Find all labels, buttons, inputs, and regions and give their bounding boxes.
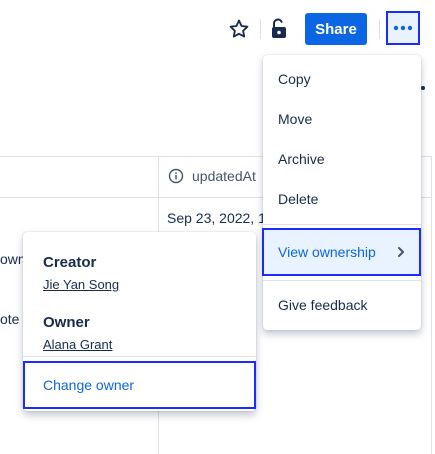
menu-item-view-ownership[interactable]: View ownership	[262, 228, 421, 276]
menu-item-delete[interactable]: Delete	[263, 179, 421, 219]
table-cell-fragment: ote	[0, 311, 20, 327]
toolbar-divider	[260, 19, 261, 39]
change-owner-button[interactable]: Change owner	[23, 361, 256, 409]
info-icon	[168, 168, 184, 184]
more-actions-button[interactable]	[386, 11, 420, 45]
chevron-right-icon	[398, 247, 404, 257]
toolbar-divider	[379, 19, 380, 39]
menu-divider	[263, 224, 421, 225]
menu-item-move[interactable]: Move	[263, 99, 421, 139]
unlock-icon[interactable]	[268, 17, 290, 41]
table-cell-fragment: own	[0, 251, 26, 267]
ownership-popup: Creator Jie Yan Song Owner Alana Grant C…	[23, 232, 256, 411]
menu-item-give-feedback[interactable]: Give feedback	[263, 285, 421, 325]
creator-name-link[interactable]: Jie Yan Song	[43, 277, 119, 292]
menu-divider	[263, 280, 421, 281]
more-horizontal-icon	[393, 25, 413, 31]
menu-item-archive[interactable]: Archive	[263, 139, 421, 179]
table-border	[431, 156, 432, 454]
column-header-label: updatedAt	[192, 168, 256, 184]
menu-item-label: View ownership	[278, 244, 376, 260]
column-header-updatedat[interactable]: updatedAt	[168, 168, 256, 184]
table-cell-date: Sep 23, 2022, 14	[167, 210, 274, 226]
share-button[interactable]: Share	[305, 13, 367, 45]
menu-item-copy[interactable]: Copy	[263, 59, 421, 99]
star-icon[interactable]	[228, 18, 250, 40]
owner-name-link[interactable]: Alana Grant	[43, 337, 112, 352]
creator-label: Creator	[43, 254, 97, 271]
more-actions-menu: Copy Move Archive Delete View ownership …	[262, 55, 421, 330]
popup-divider	[23, 356, 256, 357]
owner-label: Owner	[43, 314, 90, 331]
page-dot	[421, 86, 425, 90]
